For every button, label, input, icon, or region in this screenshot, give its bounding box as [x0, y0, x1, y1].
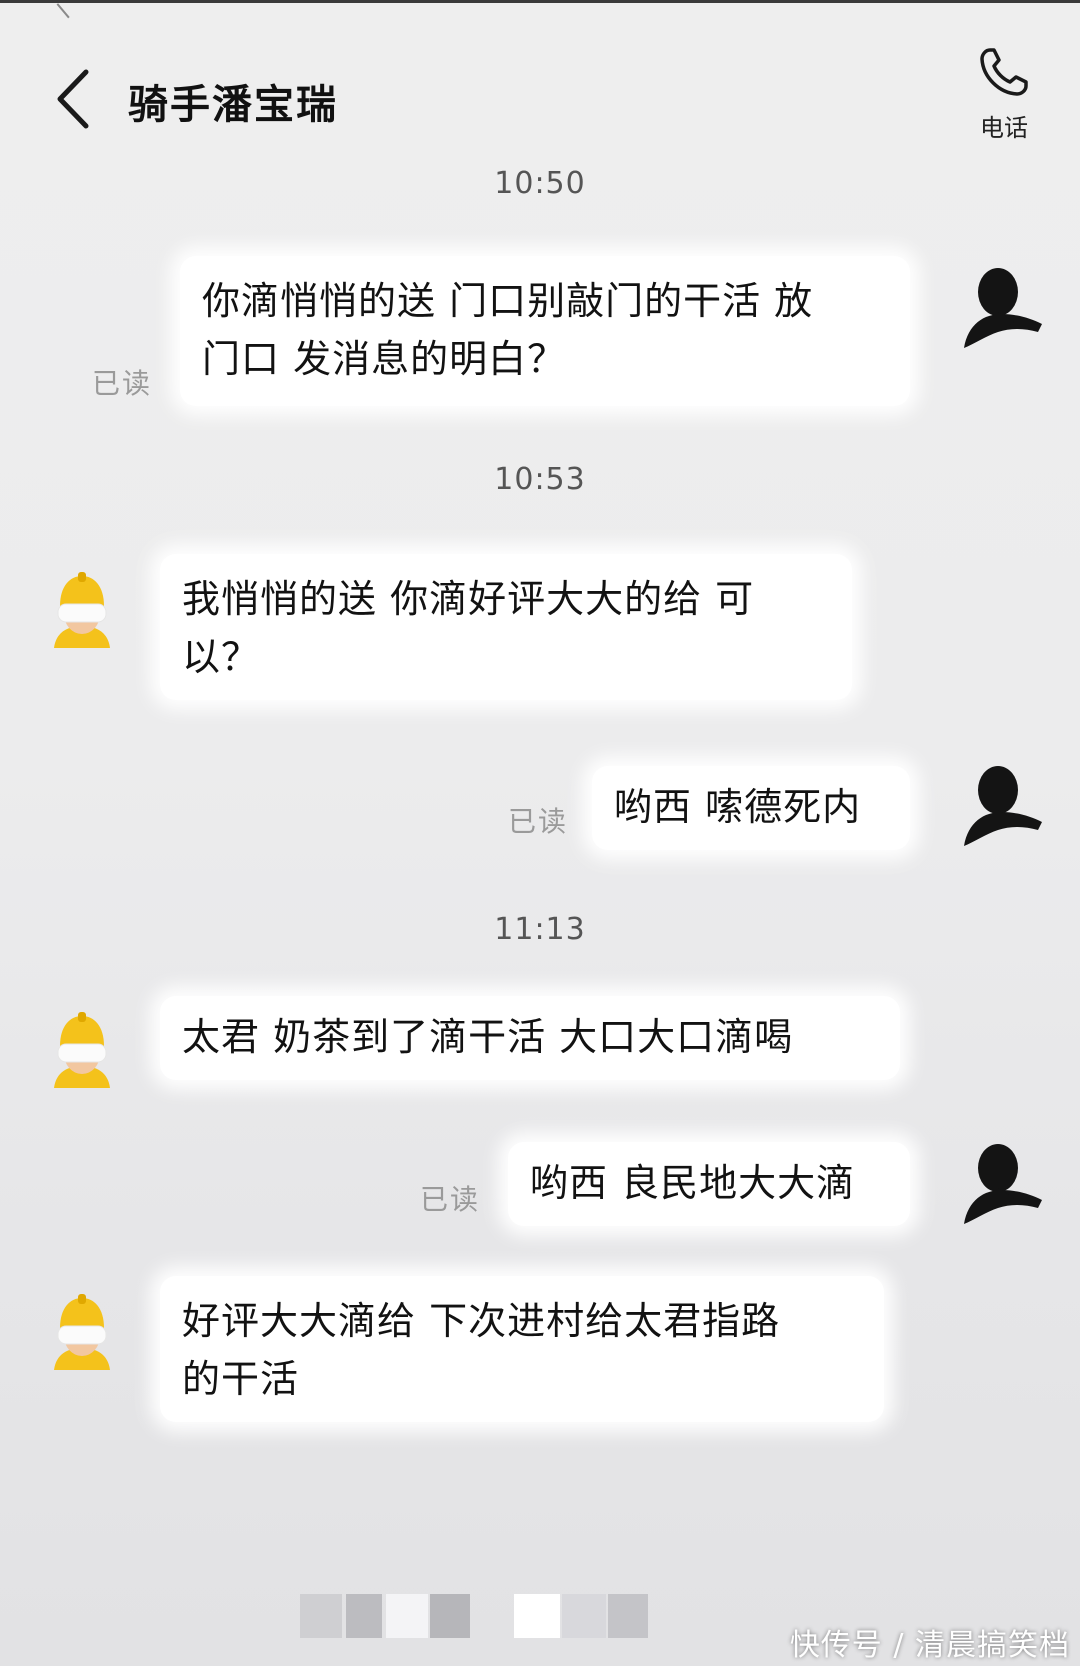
- timestamp: 10:53: [494, 462, 586, 497]
- read-status: 已读: [92, 367, 153, 400]
- blurred-area: [300, 1594, 342, 1638]
- message-text-line: 的干活: [182, 1357, 300, 1401]
- my-message-bubble[interactable]: 哟西 嗦德死内: [592, 766, 910, 850]
- message-text-line: 哟西 良民地大大滴: [530, 1161, 856, 1205]
- my-message-bubble[interactable]: 哟西 良民地大大滴: [508, 1142, 910, 1226]
- phone-icon: [980, 48, 1028, 96]
- screen-top-edge: [0, 0, 1080, 3]
- my-message-bubble[interactable]: 你滴悄悄的送 门口别敲门的干活 放 门口 发消息的明白？: [180, 256, 910, 406]
- read-status: 已读: [420, 1183, 481, 1216]
- timestamp: 10:50: [494, 166, 586, 201]
- blurred-area: [608, 1594, 648, 1638]
- my-avatar[interactable]: [958, 1138, 1048, 1230]
- my-avatar[interactable]: [958, 262, 1048, 354]
- rider-avatar[interactable]: [44, 568, 120, 650]
- message-text-line: 我悄悄的送 你滴好评大大的给 可: [182, 577, 755, 621]
- rider-message-bubble[interactable]: 太君 奶茶到了滴干活 大口大口滴喝: [160, 996, 900, 1080]
- call-label: 电话: [980, 114, 1028, 142]
- rider-message-bubble[interactable]: 好评大大滴给 下次进村给太君指路 的干活: [160, 1276, 884, 1422]
- message-text-line: 你滴悄悄的送 门口别敲门的干活 放: [202, 279, 814, 323]
- rider-avatar[interactable]: [44, 1290, 120, 1372]
- message-text-line: 门口 发消息的明白？: [202, 337, 567, 381]
- message-text-line: 好评大大滴给 下次进村给太君指路: [182, 1299, 781, 1343]
- status-bar-fragment: [56, 0, 84, 19]
- rider-avatar[interactable]: [44, 1008, 120, 1090]
- message-text-line: 太君 奶茶到了滴干活 大口大口滴喝: [182, 1015, 794, 1059]
- blurred-area: [562, 1594, 606, 1638]
- watermark: 快传号 / 清晨搞笑档: [789, 1628, 1070, 1663]
- blurred-area: [346, 1594, 382, 1638]
- message-text-line: 哟西 嗦德死内: [614, 785, 862, 829]
- timestamp: 11:13: [494, 912, 586, 947]
- read-status: 已读: [508, 805, 569, 838]
- rider-message-bubble[interactable]: 我悄悄的送 你滴好评大大的给 可 以？: [160, 554, 852, 700]
- back-button[interactable]: [50, 62, 110, 136]
- message-text-line: 以？: [182, 635, 261, 679]
- call-button[interactable]: 电话: [960, 44, 1048, 154]
- blurred-area: [430, 1594, 470, 1638]
- chevron-left-icon: [57, 69, 89, 129]
- blurred-area: [514, 1594, 560, 1638]
- blurred-area: [386, 1594, 428, 1638]
- chat-title: 骑手潘宝瑞: [128, 82, 338, 128]
- my-avatar[interactable]: [958, 760, 1048, 852]
